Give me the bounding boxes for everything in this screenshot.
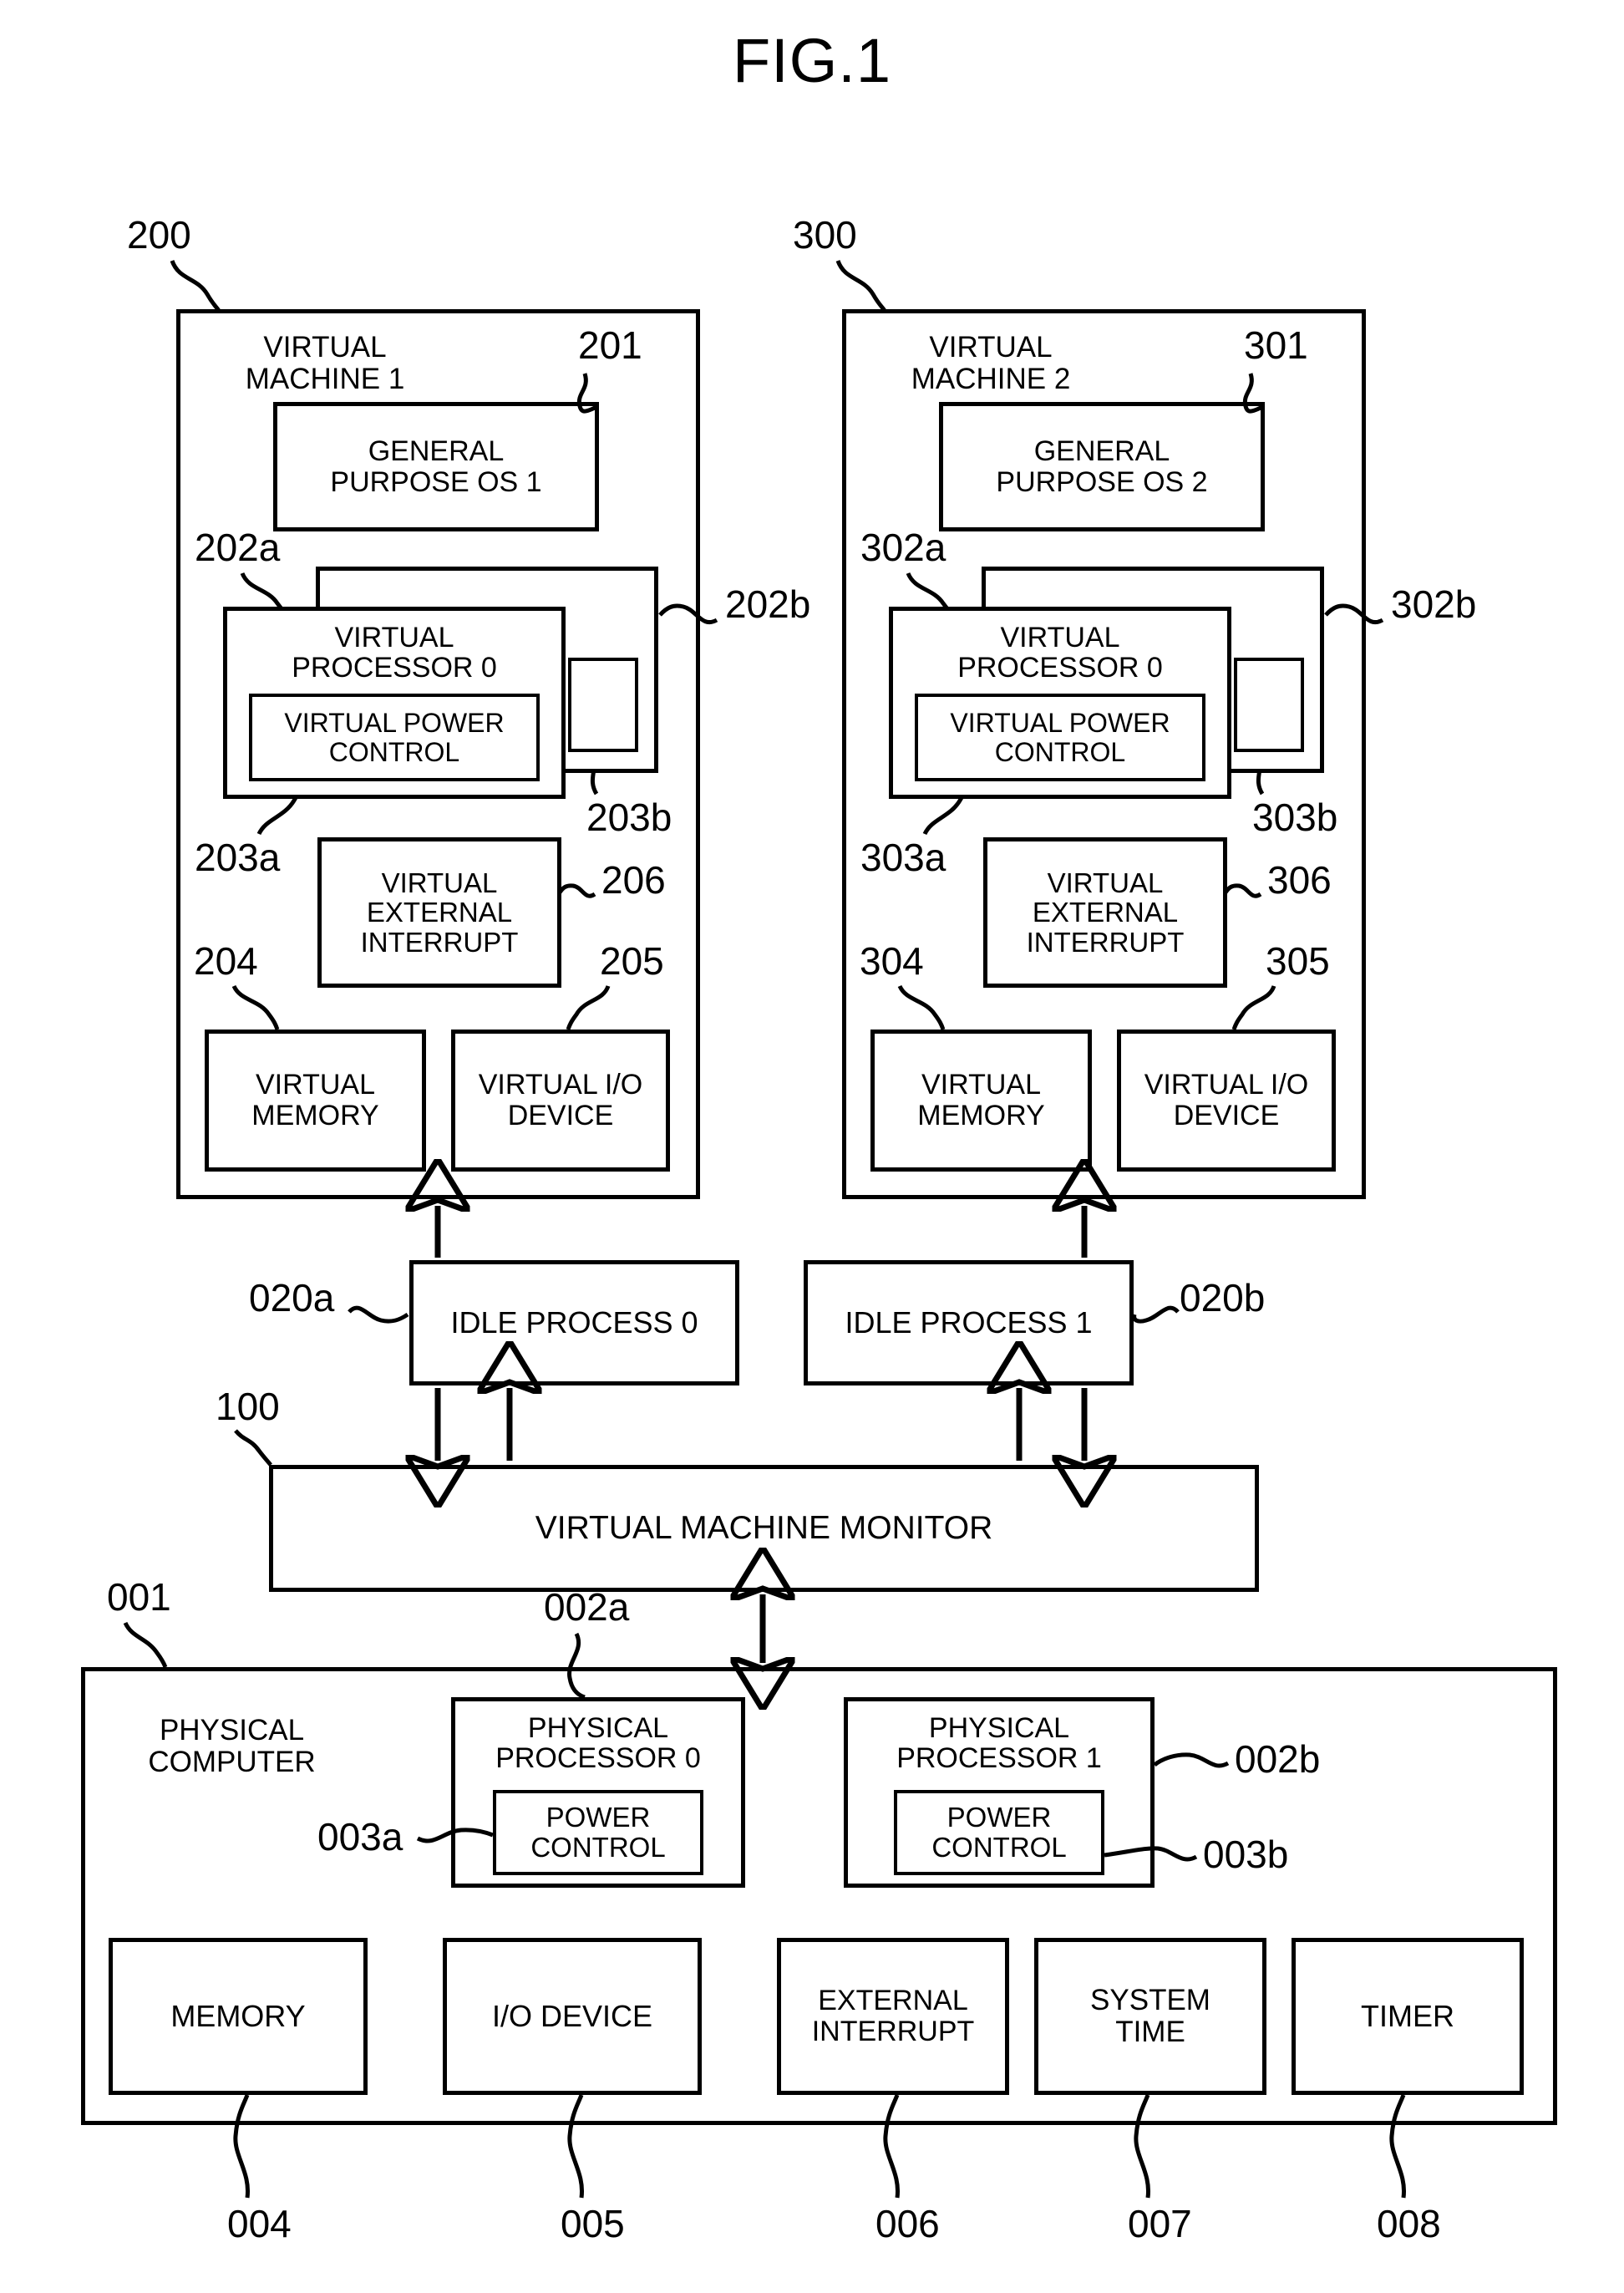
system-time-box: SYSTEM TIME xyxy=(1034,1938,1266,2095)
general-purpose-os-2-label: GENERAL PURPOSE OS 2 xyxy=(996,435,1208,498)
virtual-memory-1-label: VIRTUAL MEMORY xyxy=(251,1069,379,1131)
figure-title: FIG.1 xyxy=(732,26,892,95)
patent-figure: FIG.1 VIRTUAL MACHINE 1 200 GENERAL PURP… xyxy=(0,0,1624,2293)
ref-002a: 002a xyxy=(544,1585,630,1629)
memory-box: MEMORY xyxy=(109,1938,368,2095)
virtual-machine-monitor-label: VIRTUAL MACHINE MONITOR xyxy=(535,1509,993,1546)
virtual-memory-1-box: VIRTUAL MEMORY xyxy=(205,1030,426,1172)
leader-300 xyxy=(835,260,887,313)
ref-306: 306 xyxy=(1267,858,1332,902)
virtual-power-control-0-label: VIRTUAL POWER CONTROL xyxy=(284,707,505,767)
ref-200: 200 xyxy=(127,213,191,257)
virtual-power-control-0-label-vm2: VIRTUAL POWER CONTROL xyxy=(950,707,1170,767)
virtual-processor-0-label-vm2: VIRTUAL PROCESSOR 0 xyxy=(957,622,1163,684)
io-device-label: I/O DEVICE xyxy=(491,1998,653,2033)
virtual-machine-monitor-box: VIRTUAL MACHINE MONITOR xyxy=(269,1465,1259,1592)
physical-computer-title: PHYSICAL COMPUTER xyxy=(148,1714,316,1778)
idle-process-0-box: IDLE PROCESS 0 xyxy=(409,1260,739,1385)
ref-305: 305 xyxy=(1266,939,1330,983)
virtual-external-interrupt-2-label: VIRTUAL EXTERNAL INTERRUPT xyxy=(1026,867,1185,958)
timer-label: TIMER xyxy=(1361,1998,1454,2033)
external-interrupt-label: EXTERNAL INTERRUPT xyxy=(811,1985,975,2047)
system-time-label: SYSTEM TIME xyxy=(1090,1984,1210,2048)
leader-020a xyxy=(348,1305,409,1324)
ref-206: 206 xyxy=(601,858,666,902)
general-purpose-os-1-label: GENERAL PURPOSE OS 1 xyxy=(330,435,542,498)
ref-004: 004 xyxy=(227,2202,292,2245)
idle-process-1-label: IDLE PROCESS 1 xyxy=(845,1304,1093,1340)
physical-processor-1-label: PHYSICAL PROCESSOR 1 xyxy=(896,1712,1102,1775)
power-control-0-box: POWER CONTROL xyxy=(493,1790,703,1875)
virtual-io-device-2-box: VIRTUAL I/O DEVICE xyxy=(1117,1030,1336,1172)
io-device-box: I/O DEVICE xyxy=(443,1938,702,2095)
ref-302a: 302a xyxy=(860,526,946,569)
power-control-0-label: POWER CONTROL xyxy=(530,1802,666,1863)
ref-005: 005 xyxy=(561,2202,625,2245)
general-purpose-os-1-box: GENERAL PURPOSE OS 1 xyxy=(273,402,599,531)
ref-302b: 302b xyxy=(1391,582,1477,626)
ref-002b: 002b xyxy=(1235,1737,1321,1781)
virtual-power-control-1-box xyxy=(568,658,638,752)
ref-202b: 202b xyxy=(725,582,811,626)
leader-001 xyxy=(123,1621,168,1668)
memory-label: MEMORY xyxy=(170,1998,306,2033)
power-control-1-box: POWER CONTROL xyxy=(894,1790,1104,1875)
ref-008: 008 xyxy=(1377,2202,1441,2245)
leader-100 xyxy=(234,1429,272,1467)
ref-303b: 303b xyxy=(1252,796,1338,839)
virtual-power-control-0-box-vm2: VIRTUAL POWER CONTROL xyxy=(915,694,1205,781)
idle-process-1-box: IDLE PROCESS 1 xyxy=(804,1260,1134,1385)
ref-001: 001 xyxy=(107,1575,171,1619)
virtual-memory-2-label: VIRTUAL MEMORY xyxy=(917,1069,1045,1131)
virtual-io-device-2-label: VIRTUAL I/O DEVICE xyxy=(1144,1069,1309,1131)
virtual-machine-2-title: VIRTUAL MACHINE 2 xyxy=(911,331,1071,395)
ref-006: 006 xyxy=(875,2202,940,2245)
ref-020b: 020b xyxy=(1180,1276,1266,1319)
virtual-power-control-1-box-vm2 xyxy=(1234,658,1304,752)
ref-020a: 020a xyxy=(249,1276,335,1319)
virtual-external-interrupt-1-label: VIRTUAL EXTERNAL INTERRUPT xyxy=(360,867,519,958)
virtual-memory-2-box: VIRTUAL MEMORY xyxy=(870,1030,1092,1172)
virtual-processor-0-label: VIRTUAL PROCESSOR 0 xyxy=(292,622,497,684)
ref-205: 205 xyxy=(600,939,664,983)
ref-304: 304 xyxy=(860,939,924,983)
leader-020b xyxy=(1132,1305,1180,1324)
power-control-1-label: POWER CONTROL xyxy=(931,1802,1067,1863)
timer-box: TIMER xyxy=(1292,1938,1524,2095)
general-purpose-os-2-box: GENERAL PURPOSE OS 2 xyxy=(939,402,1265,531)
physical-processor-0-label: PHYSICAL PROCESSOR 0 xyxy=(495,1712,701,1775)
ref-204: 204 xyxy=(194,939,258,983)
leader-200 xyxy=(170,260,221,313)
ref-003a: 003a xyxy=(317,1815,403,1858)
virtual-io-device-1-box: VIRTUAL I/O DEVICE xyxy=(451,1030,670,1172)
ref-007: 007 xyxy=(1128,2202,1192,2245)
virtual-external-interrupt-2-box: VIRTUAL EXTERNAL INTERRUPT xyxy=(983,837,1227,988)
virtual-power-control-0-box: VIRTUAL POWER CONTROL xyxy=(249,694,540,781)
external-interrupt-box: EXTERNAL INTERRUPT xyxy=(777,1938,1009,2095)
ref-301: 301 xyxy=(1244,323,1308,367)
virtual-io-device-1-label: VIRTUAL I/O DEVICE xyxy=(478,1069,643,1131)
ref-303a: 303a xyxy=(860,836,946,879)
virtual-machine-1-title: VIRTUAL MACHINE 1 xyxy=(245,331,405,395)
idle-process-0-label: IDLE PROCESS 0 xyxy=(450,1304,698,1340)
ref-203b: 203b xyxy=(586,796,672,839)
virtual-external-interrupt-1-box: VIRTUAL EXTERNAL INTERRUPT xyxy=(317,837,561,988)
ref-003b: 003b xyxy=(1203,1833,1289,1876)
ref-300: 300 xyxy=(793,213,857,257)
ref-201: 201 xyxy=(578,323,642,367)
ref-100: 100 xyxy=(216,1385,280,1428)
ref-203a: 203a xyxy=(195,836,281,879)
ref-202a: 202a xyxy=(195,526,281,569)
